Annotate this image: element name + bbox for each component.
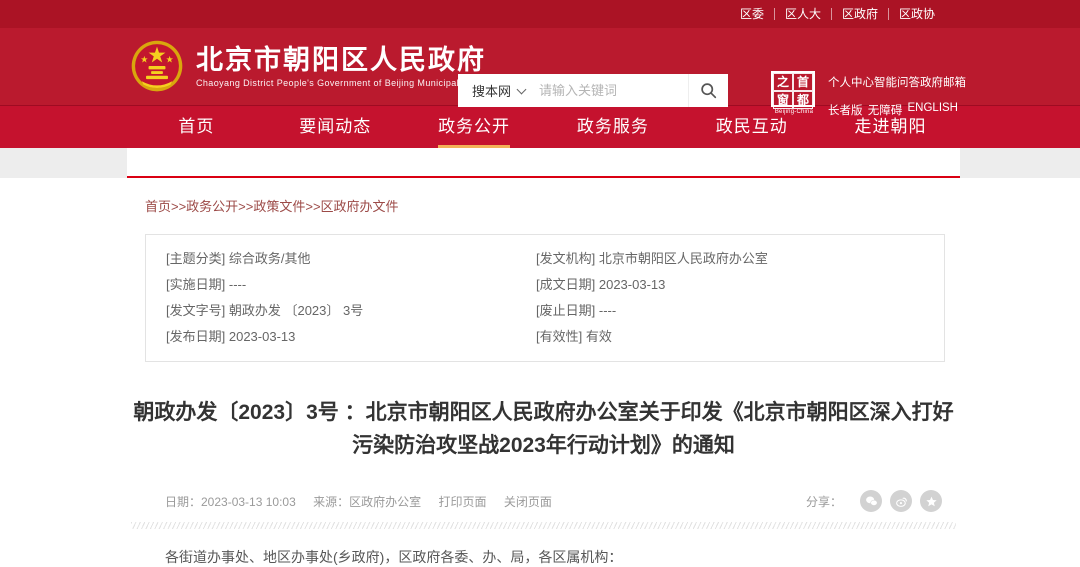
- meta-row: [发文机构] 北京市朝阳区人民政府办公室: [536, 246, 924, 272]
- print-page-link[interactable]: 打印页面: [438, 495, 486, 509]
- article-body-first-line: 各街道办事处、地区办事处(乡政府)，区政府各委、办、局，各区属机构：: [165, 547, 960, 567]
- sub-band: [0, 148, 1080, 178]
- topbar-link-quzhengfu[interactable]: 区政府: [832, 8, 889, 20]
- meta-row: [废止日期] ----: [536, 298, 924, 324]
- article-date: 日期：2023-03-13 10:03: [165, 495, 296, 509]
- search-icon: [700, 82, 717, 99]
- chevron-down-icon: [517, 84, 527, 94]
- meta-row: [发文字号] 朝政办发 〔2023〕 3号: [166, 298, 536, 324]
- article-meta-row: 日期：2023-03-13 10:03 来源：区政府办公室 打印页面 关闭页面 …: [127, 489, 960, 513]
- doc-meta-box: [主题分类] 综合政务/其他 [实施日期] ---- [发文字号] 朝政办发 〔…: [145, 234, 945, 362]
- site-subtitle: Chaoyang District People's Government of…: [196, 78, 486, 88]
- meta-row: [主题分类] 综合政务/其他: [166, 246, 536, 272]
- nav-about[interactable]: 走进朝阳: [821, 106, 960, 148]
- search-input[interactable]: [533, 83, 688, 98]
- article-source: 来源：区政府办公室: [313, 495, 421, 509]
- hatched-divider: [131, 522, 956, 529]
- capital-window-stamp: 之 首 窗 都: [771, 71, 815, 107]
- topbar-link-qurenda[interactable]: 区人大: [775, 8, 832, 20]
- share-label: 分享：: [806, 493, 842, 510]
- topbar-link-quzhengxie[interactable]: 区政协: [889, 8, 945, 20]
- national-emblem-icon: [130, 39, 184, 93]
- stamp-char: 首: [793, 73, 813, 91]
- link-personal-center[interactable]: 个人中心: [828, 74, 874, 90]
- nav-interaction[interactable]: 政民互动: [682, 106, 821, 148]
- nav-news[interactable]: 要闻动态: [266, 106, 405, 148]
- share-group: 分享：: [806, 490, 942, 512]
- main-nav: 首页 要闻动态 政务公开 政务服务 政民互动 走进朝阳: [0, 105, 1080, 148]
- nav-gov-info[interactable]: 政务公开: [405, 106, 544, 148]
- search-button[interactable]: [688, 74, 728, 107]
- nav-gov-service[interactable]: 政务服务: [543, 106, 682, 148]
- meta-row: [实施日期] ----: [166, 272, 536, 298]
- nav-home[interactable]: 首页: [127, 106, 266, 148]
- content-column: 首页>>政务公开>>政策文件>>区政府办文件 [主题分类] 综合政务/其他 [实…: [127, 178, 960, 567]
- search-scope-label: 搜本网: [472, 81, 511, 100]
- meta-row: [成文日期] 2023-03-13: [536, 272, 924, 298]
- site-title-block: 北京市朝阳区人民政府 Chaoyang District People's Go…: [196, 45, 486, 88]
- search-scope-dropdown[interactable]: 搜本网: [458, 81, 533, 100]
- article-meta-left: 日期：2023-03-13 10:03 来源：区政府办公室 打印页面 关闭页面: [165, 493, 566, 510]
- meta-row: [有效性] 有效: [536, 324, 924, 350]
- star-icon[interactable]: [920, 490, 942, 512]
- meta-row: [发布日期] 2023-03-13: [166, 324, 536, 350]
- weibo-icon[interactable]: [890, 490, 912, 512]
- wechat-icon[interactable]: [860, 490, 882, 512]
- search-bar: 搜本网: [458, 74, 728, 107]
- page-title: 朝政办发〔2023〕3号 ：北京市朝阳区人民政府办公室关于印发《北京市朝阳区深入…: [127, 396, 960, 462]
- site-title: 北京市朝阳区人民政府: [196, 45, 486, 75]
- link-gov-mailbox[interactable]: 政府邮箱: [920, 74, 966, 90]
- stamp-char: 之: [773, 73, 793, 91]
- doc-meta-right: [发文机构] 北京市朝阳区人民政府办公室 [成文日期] 2023-03-13 […: [536, 246, 924, 350]
- site-header: 北京市朝阳区人民政府 Chaoyang District People's Go…: [0, 28, 1080, 105]
- topbar-link-quwei[interactable]: 区委: [730, 8, 775, 20]
- site-logo[interactable]: 北京市朝阳区人民政府 Chaoyang District People's Go…: [130, 39, 486, 93]
- sub-band-column: [127, 148, 960, 178]
- doc-meta-left: [主题分类] 综合政务/其他 [实施日期] ---- [发文字号] 朝政办发 〔…: [166, 246, 536, 350]
- close-page-link[interactable]: 关闭页面: [504, 495, 552, 509]
- breadcrumb[interactable]: 首页>>政务公开>>政策文件>>区政府办文件: [127, 178, 960, 215]
- top-utility-bar: 区委 区人大 区政府 区政协: [0, 0, 1080, 28]
- link-smart-qa[interactable]: 智能问答: [874, 74, 920, 90]
